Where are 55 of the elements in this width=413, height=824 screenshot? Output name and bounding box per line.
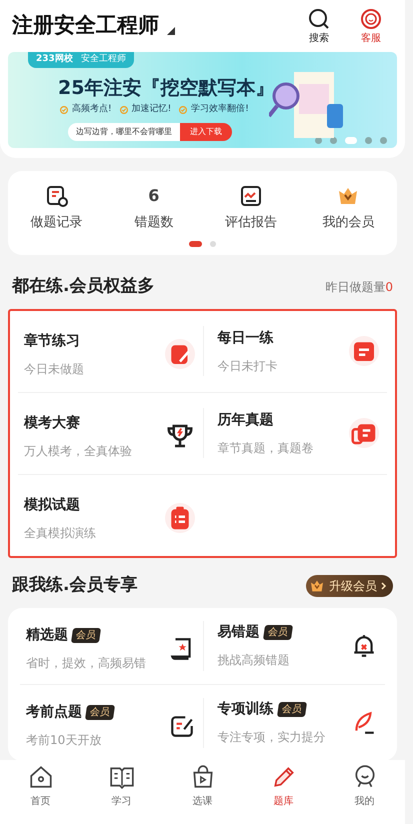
clipboard-list-icon [164, 503, 194, 533]
member-shortcut[interactable]: 我的会员 [300, 183, 397, 232]
download-button[interactable]: 进入下载 [180, 122, 232, 140]
search-icon [307, 6, 331, 30]
tab-bar-item[interactable]: 题库 [243, 760, 324, 824]
tab-bar-item[interactable]: 首页 [0, 760, 81, 824]
headset-icon [359, 6, 383, 30]
practice-item[interactable]: 章节练习 今日未做题 [18, 310, 202, 392]
home-icon [28, 764, 54, 790]
member-practice-item[interactable]: 精选题 会员 省时，提效，高频易错 [20, 608, 202, 684]
practice-item[interactable]: 历年真题 章节真题，真题卷 [202, 408, 387, 458]
search-button[interactable]: 搜索 [301, 6, 337, 46]
banner-headline: 25年注安『挖空默写本』 [58, 76, 276, 100]
carousel-dot[interactable] [330, 137, 337, 144]
member-badge: 会员 [262, 625, 293, 640]
record-shortcut[interactable]: 做题记录 [8, 183, 106, 232]
upgrade-member-button[interactable]: 升级会员 [306, 574, 393, 596]
check-icon [179, 106, 188, 114]
member-badge: 会员 [70, 628, 102, 643]
brand-label: 233网校 [36, 53, 73, 66]
tab-bar-item[interactable]: 选课 [162, 760, 243, 824]
member-practice-item[interactable]: 易错题 会员 挑战高频错题 [202, 620, 385, 670]
chart-report-icon [239, 184, 264, 208]
report-shortcut[interactable]: 评估报告 [202, 183, 300, 232]
practice-item[interactable]: 模考大赛 万人模考，全真体验 [18, 392, 202, 474]
member-badge: 会员 [84, 705, 116, 720]
dropdown-caret-icon[interactable] [167, 27, 175, 35]
tab-bar-item[interactable]: 学习 [81, 760, 162, 824]
member-practice-item[interactable]: 专项训练 会员 专注专项，实力提分 [202, 698, 385, 748]
member-badge: 会员 [276, 702, 307, 717]
tab-bar-item[interactable]: 我的 [324, 760, 405, 824]
carousel-dot[interactable] [365, 137, 372, 144]
carousel-dot[interactable] [380, 137, 387, 144]
feature-text: 加速记忆! [132, 103, 172, 116]
app-title: 注册安全工程师 [12, 12, 159, 40]
check-icon [120, 106, 128, 114]
yesterday-stat: 昨日做题量0 [325, 278, 393, 296]
practice-item[interactable]: 每日一练 今日未打卡 [202, 326, 387, 376]
calendar-icon [349, 336, 379, 366]
practice-item[interactable]: 模拟试题 全真模拟演练 [18, 474, 202, 556]
subject-label: 安全工程师 [80, 53, 126, 66]
section-title: 跟我练.会员专享 [12, 574, 138, 597]
slogan-text: 边写边背，哪里不会背哪里 [68, 122, 180, 140]
record-clock-icon [44, 184, 69, 208]
promo-banner[interactable]: 233网校 安全工程师 25年注安『挖空默写本』 高频考点! 加速记忆! 学习效率翻倍! 边写边背，哪里不会背哪里 进入下载 [8, 52, 397, 148]
chevron-icon [381, 582, 387, 590]
service-button[interactable]: 客服 [353, 6, 389, 46]
check-icon [60, 106, 68, 114]
section-title: 都在练.会员权益多 [12, 274, 154, 298]
count-shortcut[interactable]: 6 错题数 [105, 183, 202, 232]
page-indicator[interactable] [189, 240, 202, 246]
feature-text: 学习效率翻倍! [191, 103, 249, 116]
documents-icon [349, 418, 379, 448]
feature-text: 高频考点! [72, 103, 112, 116]
pencil-tag-icon [164, 339, 194, 369]
